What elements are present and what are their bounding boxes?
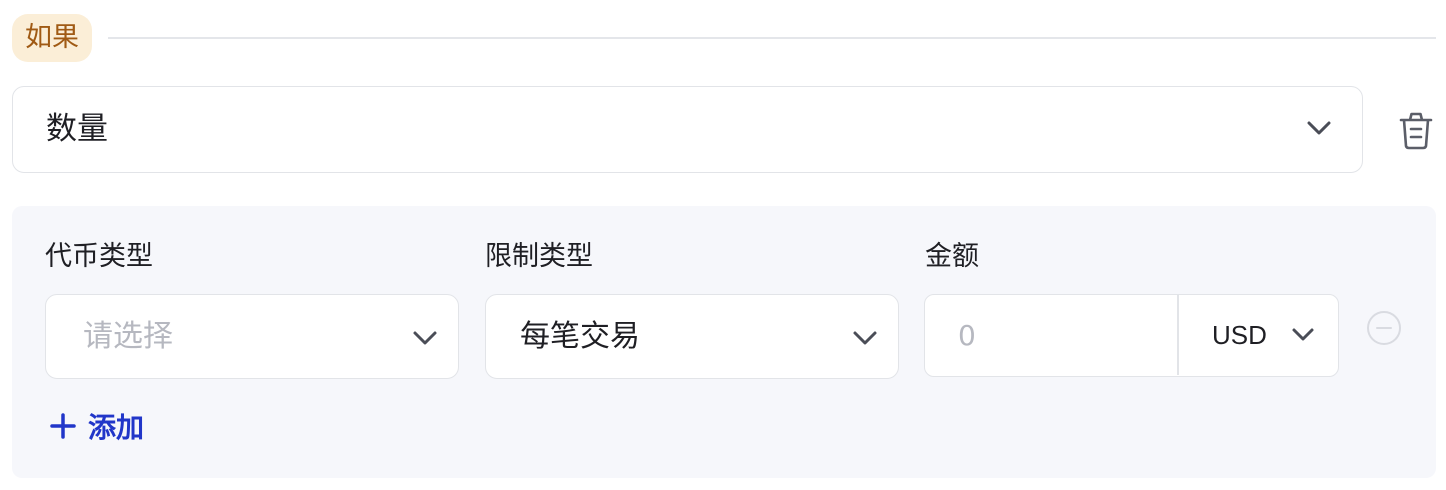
chevron-down-icon — [1292, 328, 1314, 341]
amount-input[interactable] — [925, 295, 1177, 375]
currency-select[interactable]: USD — [1179, 295, 1337, 375]
plus-icon — [50, 413, 76, 439]
add-button-label: 添加 — [88, 411, 145, 444]
trash-icon[interactable] — [1396, 108, 1436, 152]
amount-label: 金额 — [925, 241, 979, 272]
amount-field-group: USD — [924, 294, 1339, 377]
currency-value: USD — [1212, 320, 1267, 350]
chevron-down-icon — [413, 331, 437, 345]
if-badge: 如果 — [12, 14, 92, 62]
chevron-down-icon — [853, 331, 877, 345]
chevron-down-icon — [1307, 121, 1331, 135]
metric-select-value: 数量 — [46, 111, 108, 147]
header-divider — [108, 37, 1436, 39]
token-type-select[interactable]: 请选择 — [45, 294, 459, 379]
minus-circle-icon[interactable] — [1366, 310, 1402, 346]
metric-select[interactable]: 数量 — [12, 86, 1363, 173]
token-type-placeholder: 请选择 — [83, 319, 173, 354]
limit-type-select[interactable]: 每笔交易 — [485, 294, 899, 379]
add-button[interactable]: 添加 — [50, 406, 144, 446]
limit-type-value: 每笔交易 — [520, 319, 640, 354]
limit-type-label: 限制类型 — [485, 241, 593, 272]
condition-editor: 如果 数量 代币类型 限制类型 金额 请选择 每笔交易 USD — [0, 0, 1446, 490]
token-type-label: 代币类型 — [45, 241, 153, 272]
